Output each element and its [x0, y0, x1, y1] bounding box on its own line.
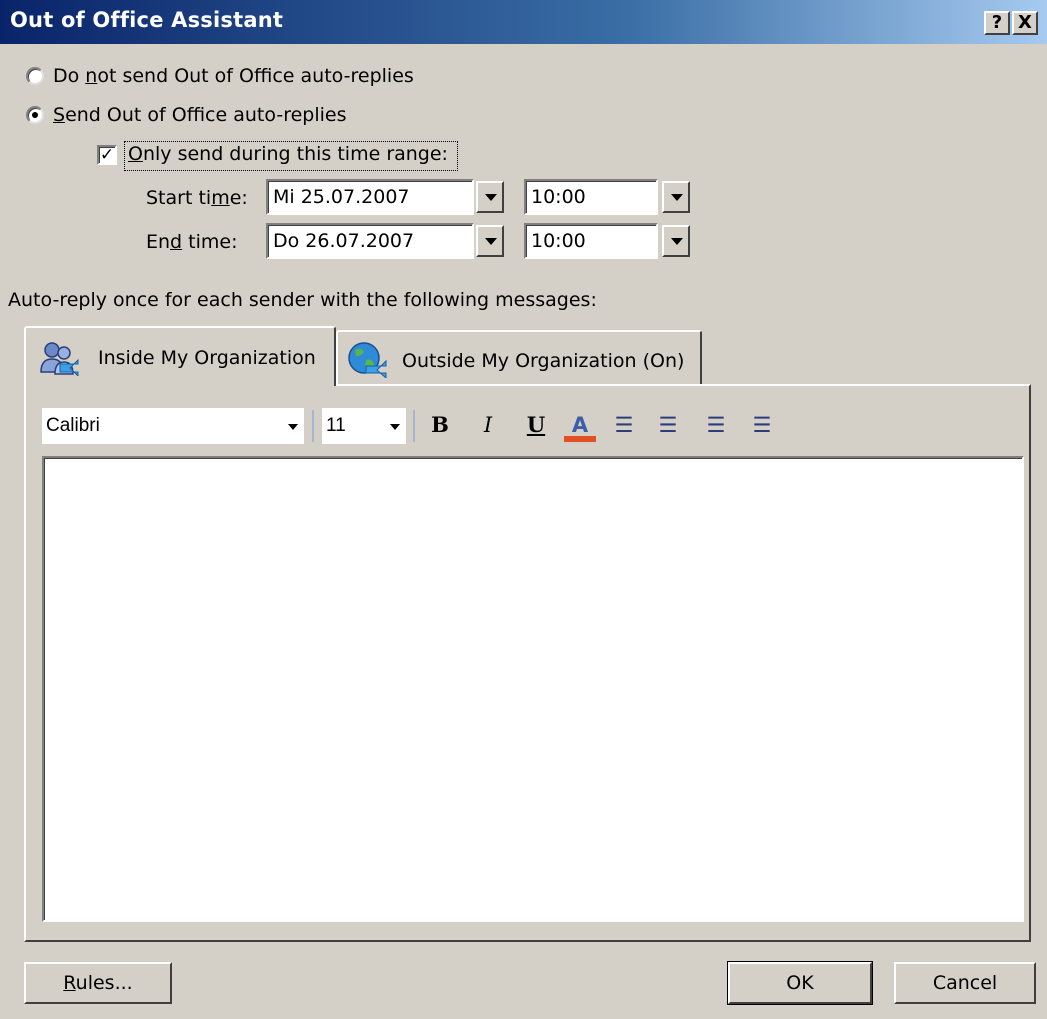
font-color-glyph: A — [571, 413, 589, 437]
start-time-field[interactable]: 10:00 — [524, 179, 658, 215]
title-bar: Out of Office Assistant ? X — [0, 0, 1047, 44]
font-size-combo[interactable]: 11 — [322, 408, 406, 444]
tab-inside-organization[interactable]: Inside My Organization — [24, 326, 336, 386]
start-date-field[interactable]: Mi 25.07.2007 — [266, 179, 474, 215]
end-time-dropdown-button[interactable] — [662, 225, 690, 257]
globe-icon — [346, 340, 388, 383]
numbering-icon[interactable]: ☰ — [654, 410, 682, 440]
toolbar-separator — [312, 410, 314, 442]
chevron-down-icon — [390, 424, 400, 430]
message-editor[interactable] — [42, 456, 1024, 922]
font-color-swatch — [564, 436, 596, 442]
tab-inside-label: Inside My Organization — [98, 347, 316, 369]
people-icon — [38, 340, 80, 381]
font-size-value: 11 — [326, 415, 346, 436]
start-time-label: Start time: — [146, 187, 248, 209]
font-name-value: Calibri — [46, 415, 100, 436]
messages-label: Auto-reply once for each sender with the… — [8, 289, 597, 311]
close-button[interactable]: X — [1012, 11, 1038, 35]
underline-icon[interactable]: U — [522, 410, 550, 440]
tab-outside-organization[interactable]: Outside My Organization (On) — [336, 330, 702, 386]
radio-selected-dot — [32, 112, 38, 118]
end-date-field[interactable]: Do 26.07.2007 — [266, 223, 474, 259]
italic-icon[interactable]: I — [474, 410, 502, 440]
font-color-icon[interactable]: A — [564, 410, 596, 442]
bullets-icon[interactable]: ☰ — [610, 410, 638, 440]
end-time-field[interactable]: 10:00 — [524, 223, 658, 259]
rules-button[interactable]: Rules... — [24, 962, 172, 1004]
cancel-button[interactable]: Cancel — [894, 962, 1036, 1004]
end-time-label: End time: — [146, 231, 238, 253]
start-time-dropdown-button[interactable] — [662, 181, 690, 213]
start-date-dropdown-button[interactable] — [476, 181, 504, 213]
window-title: Out of Office Assistant — [10, 8, 284, 32]
help-button[interactable]: ? — [984, 11, 1010, 35]
bold-icon[interactable]: B — [426, 410, 454, 440]
radio-do-not-send-label[interactable]: Do not send Out of Office auto-replies — [53, 65, 414, 87]
time-range-checkbox[interactable]: ✓ — [97, 145, 117, 165]
tab-outside-label: Outside My Organization (On) — [402, 350, 685, 372]
radio-do-not-send[interactable] — [26, 67, 44, 85]
chevron-down-icon — [288, 424, 298, 430]
toolbar-separator — [413, 410, 415, 442]
time-range-label[interactable]: Only send during this time range: — [128, 143, 448, 165]
radio-send[interactable] — [26, 106, 44, 124]
increase-indent-icon[interactable]: ☰ — [748, 410, 776, 440]
checkmark-icon: ✓ — [99, 145, 115, 165]
font-name-combo[interactable]: Calibri — [42, 408, 304, 444]
ok-button[interactable]: OK — [727, 961, 873, 1005]
radio-send-label[interactable]: Send Out of Office auto-replies — [53, 104, 347, 126]
decrease-indent-icon[interactable]: ☰ — [702, 410, 730, 440]
end-date-dropdown-button[interactable] — [476, 225, 504, 257]
